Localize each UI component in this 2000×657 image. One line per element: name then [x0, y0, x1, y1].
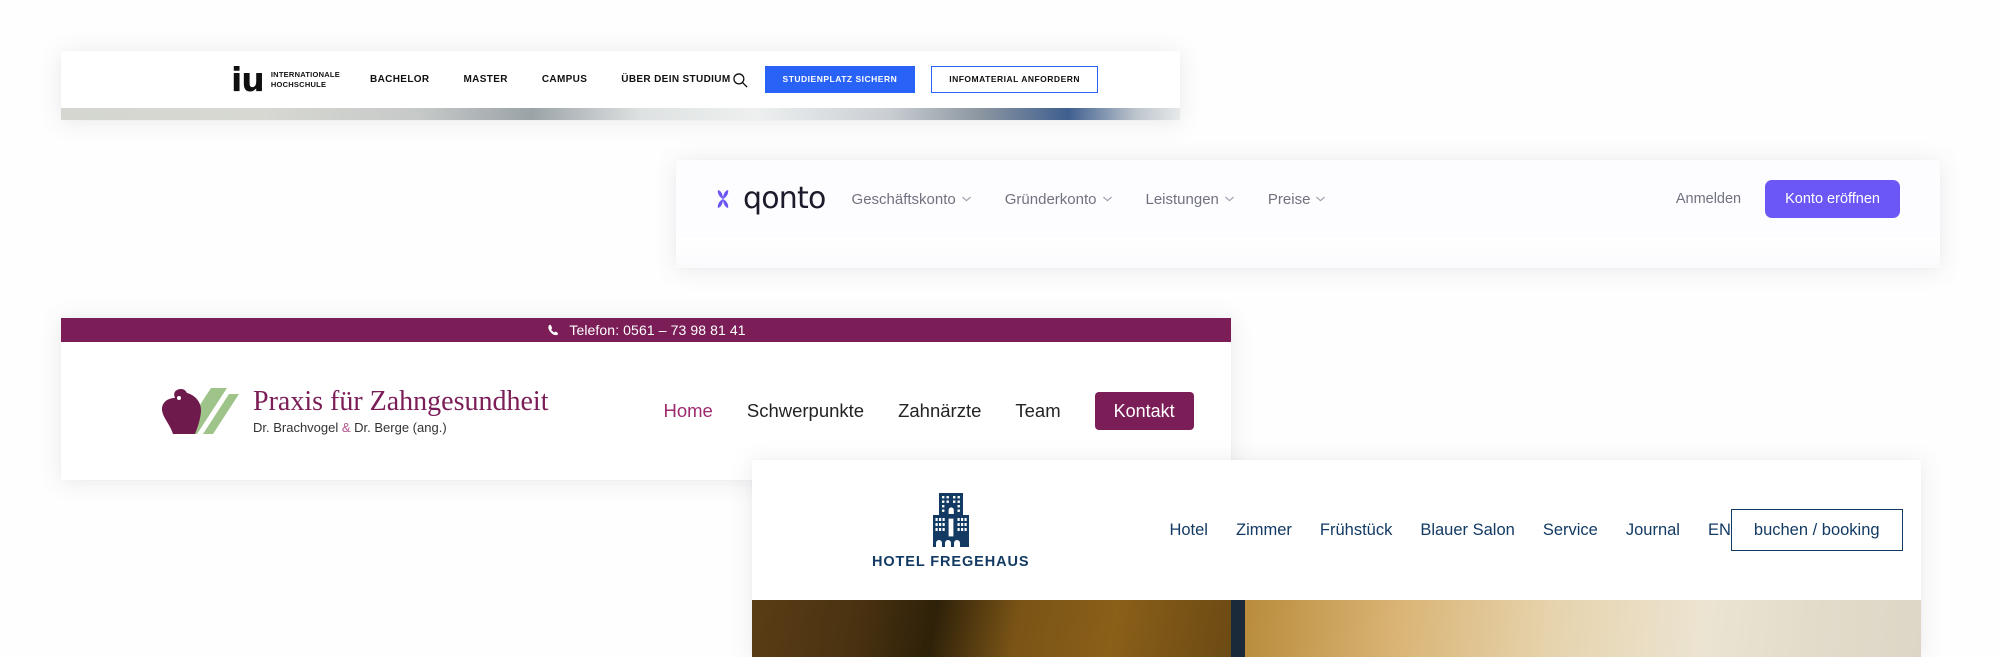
hotel-logo[interactable]: HOTEL FREGEHAUS — [872, 491, 1029, 570]
nav-item-service[interactable]: Service — [1543, 521, 1598, 540]
qonto-x-icon — [717, 190, 729, 208]
chevron-down-icon — [1225, 196, 1234, 202]
hotel-header-bar: HOTEL FREGEHAUS Hotel Zimmer Frühstück B… — [752, 460, 1921, 600]
iu-logo-mark: iu — [231, 59, 265, 99]
nav-item-hotel[interactable]: Hotel — [1169, 521, 1208, 540]
studienplatz-sichern-button[interactable]: STUDIENPLATZ SICHERN — [764, 66, 916, 93]
buchen-booking-button[interactable]: buchen / booking — [1730, 508, 1903, 552]
nav-item-gruenderkonto-label: Gründerkonto — [1004, 190, 1097, 208]
phone-icon — [548, 324, 559, 335]
nav-item-gruenderkonto[interactable]: Gründerkonto — [1005, 191, 1112, 208]
hotel-building-icon — [932, 492, 969, 547]
dental-logo-subtitle: Dr. Brachvogel & Dr. Berge (ang.) — [253, 420, 549, 435]
qonto-wordmark: qonto — [743, 181, 826, 216]
chevron-down-icon — [1316, 196, 1326, 202]
nav-item-zahnaerzte[interactable]: Zahnärzte — [898, 400, 981, 422]
search-icon[interactable] — [731, 71, 749, 89]
hotel-photo-left — [752, 600, 1232, 657]
iu-nav: BACHELOR MASTER CAMPUS ÜBER DEIN STUDIUM — [370, 74, 731, 85]
qonto-logo[interactable]: qonto — [712, 184, 826, 214]
iu-logo-subtext-line2: HOCHSCHULE — [270, 79, 327, 89]
dental-nav: Home Schwerpunkte Zahnärzte Team Kontakt — [664, 392, 1194, 430]
nav-item-team[interactable]: Team — [1015, 400, 1060, 422]
nav-item-language-en[interactable]: EN — [1708, 521, 1731, 540]
hotel-fregehaus-website-card: HOTEL FREGEHAUS Hotel Zimmer Frühstück B… — [752, 460, 1921, 657]
nav-item-zimmer[interactable]: Zimmer — [1236, 521, 1292, 540]
dental-subtitle-amp: & — [341, 419, 351, 435]
dental-phone-topbar: Telefon: 0561 – 73 98 81 41 — [61, 318, 1231, 342]
nav-item-campus[interactable]: CAMPUS — [542, 74, 587, 85]
nav-item-preise-label: Preise — [1267, 190, 1311, 208]
nav-item-leistungen-label: Leistungen — [1145, 190, 1219, 208]
qonto-nav: Geschäftskonto Gründerkonto Leistungen P… — [852, 191, 1326, 208]
hotel-photo-divider — [1231, 600, 1246, 657]
nav-item-master[interactable]: MASTER — [463, 74, 507, 85]
screenshot-stage: iu INTERNATIONALE HOCHSCHULE BACHELOR MA… — [0, 0, 2000, 657]
iu-logo-subtext: INTERNATIONALE HOCHSCHULE — [271, 70, 340, 89]
nav-item-bachelor[interactable]: BACHELOR — [370, 74, 429, 85]
nav-item-leistungen[interactable]: Leistungen — [1146, 191, 1234, 208]
nav-item-geschaeftskonto[interactable]: Geschäftskonto — [852, 191, 971, 208]
iu-logo[interactable]: iu INTERNATIONALE HOCHSCHULE — [231, 59, 340, 99]
qonto-header-bar: qonto Geschäftskonto Gründerkonto Leistu… — [676, 160, 1940, 238]
dental-logo-title: Praxis für Zahngesundheit — [253, 386, 549, 418]
kontakt-button[interactable]: Kontakt — [1094, 392, 1194, 430]
nav-item-journal[interactable]: Journal — [1626, 521, 1680, 540]
qonto-page-body-strip — [676, 238, 1940, 268]
konto-eroeffnen-button[interactable]: Konto eröffnen — [1765, 179, 1900, 219]
dental-logo-text: Praxis für Zahngesundheit Dr. Brachvogel… — [253, 386, 549, 435]
iu-website-card: iu INTERNATIONALE HOCHSCHULE BACHELOR MA… — [61, 51, 1180, 120]
bird-leaves-icon — [162, 388, 239, 434]
iu-hero-photo-strip — [61, 108, 1180, 120]
chevron-down-icon — [961, 196, 971, 202]
qonto-website-card: qonto Geschäftskonto Gründerkonto Leistu… — [676, 160, 1940, 268]
hotel-photo-right — [1245, 600, 1921, 657]
iu-header-bar: iu INTERNATIONALE HOCHSCHULE BACHELOR MA… — [61, 51, 1180, 108]
dental-phone-text: Telefon: 0561 – 73 98 81 41 — [569, 322, 746, 338]
qonto-header-actions: Anmelden Konto eröffnen — [1676, 179, 1900, 219]
hotel-hero-photo-strip — [752, 600, 1921, 657]
iu-logo-subtext-line1: INTERNATIONALE — [270, 70, 341, 79]
nav-item-schwerpunkte[interactable]: Schwerpunkte — [747, 400, 864, 422]
dental-subtitle-before: Dr. Brachvogel — [253, 419, 342, 435]
nav-item-ueber-dein-studium[interactable]: ÜBER DEIN STUDIUM — [621, 74, 730, 85]
nav-item-fruehstueck[interactable]: Frühstück — [1320, 521, 1392, 540]
dental-subtitle-after: Dr. Berge (ang.) — [350, 419, 447, 435]
nav-item-geschaeftskonto-label: Geschäftskonto — [851, 190, 956, 208]
hotel-logo-text: HOTEL FREGEHAUS — [872, 553, 1030, 570]
nav-item-preise[interactable]: Preise — [1268, 191, 1326, 208]
hotel-nav: Hotel Zimmer Frühstück Blauer Salon Serv… — [1169, 521, 1730, 540]
anmelden-link[interactable]: Anmelden — [1676, 191, 1741, 207]
infomaterial-anfordern-button[interactable]: INFOMATERIAL ANFORDERN — [931, 66, 1099, 93]
dental-practice-website-card: Telefon: 0561 – 73 98 81 41 Praxis für Z… — [61, 318, 1231, 480]
nav-item-home[interactable]: Home — [664, 400, 713, 422]
iu-header-actions: STUDIENPLATZ SICHERN INFOMATERIAL ANFORD… — [731, 66, 1180, 93]
nav-item-blauer-salon[interactable]: Blauer Salon — [1420, 521, 1514, 540]
dental-logo[interactable]: Praxis für Zahngesundheit Dr. Brachvogel… — [161, 384, 549, 438]
chevron-down-icon — [1102, 196, 1112, 202]
